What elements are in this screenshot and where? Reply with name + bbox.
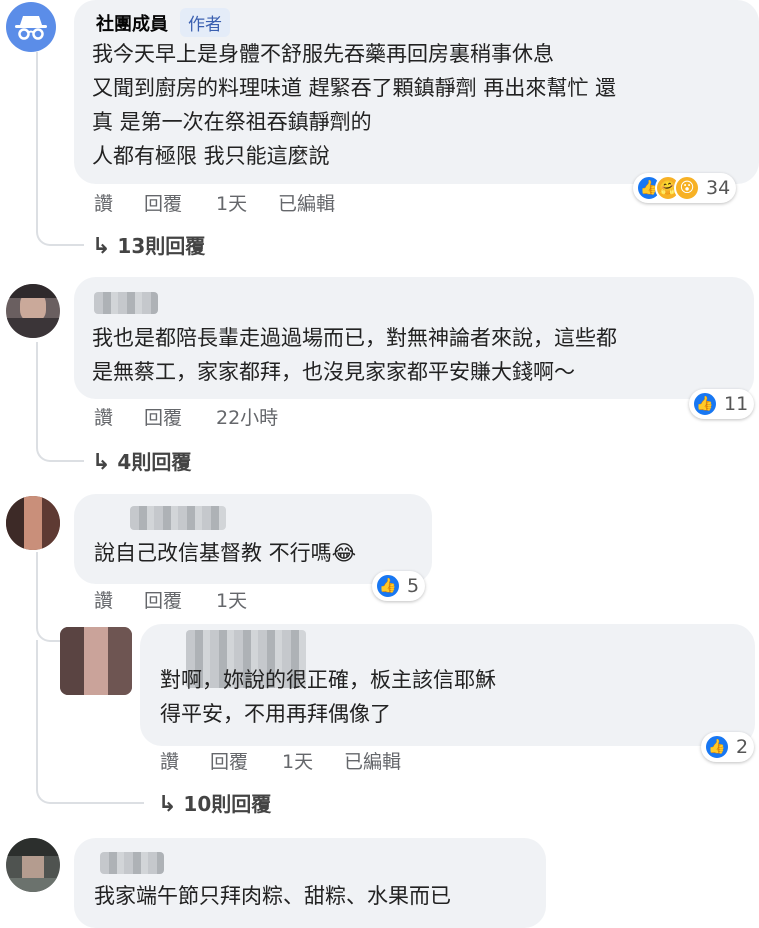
avatar-anonymous[interactable] bbox=[6, 2, 56, 52]
replies-count: 13則回覆 bbox=[117, 234, 206, 258]
author-name-blurred[interactable] bbox=[130, 506, 226, 530]
comment-time[interactable]: 1天 bbox=[282, 747, 344, 774]
like-action[interactable]: 讚 bbox=[94, 403, 144, 430]
like-action[interactable]: 讚 bbox=[94, 586, 144, 613]
view-replies-link[interactable]: ↳ 13則回覆 bbox=[92, 230, 205, 259]
reaction-count: 5 bbox=[407, 575, 420, 597]
avatar-pixel bbox=[6, 318, 60, 338]
reply-action[interactable]: 回覆 bbox=[144, 403, 216, 430]
like-icon: 👍 bbox=[704, 734, 730, 760]
avatar[interactable] bbox=[6, 284, 60, 338]
edited-label: 已編輯 bbox=[278, 193, 336, 215]
reaction-count: 2 bbox=[736, 736, 749, 758]
reactions-summary[interactable]: 👍 2 bbox=[701, 732, 755, 762]
author-name[interactable]: 社團成員 bbox=[96, 14, 168, 35]
avatar-pixel bbox=[6, 284, 60, 298]
comment-actions: 讚回覆 1天 bbox=[94, 586, 247, 613]
comment-text: 我也是都陪長輩走過過場而已，對無神論者來說，這些都 是無蔡工，家家都拜，也沒見家… bbox=[92, 326, 617, 384]
author-badge: 作者 bbox=[180, 8, 230, 37]
comment-text: 說自己改信基督教 不行嗎😂 bbox=[94, 541, 357, 565]
reply-actions: 讚回覆 1天 已編輯 bbox=[160, 747, 401, 774]
thread-connector bbox=[36, 200, 84, 246]
avatar-pixel bbox=[24, 496, 42, 550]
comment-time[interactable]: 1天 bbox=[216, 189, 278, 216]
edited-label: 已編輯 bbox=[344, 751, 402, 773]
avatar-pixel bbox=[42, 496, 60, 550]
thread-connector bbox=[36, 420, 84, 462]
comment-actions: 讚回覆 22小時 bbox=[94, 403, 278, 430]
like-action[interactable]: 讚 bbox=[94, 189, 144, 216]
thread-connector bbox=[36, 600, 60, 642]
author-name-blurred[interactable] bbox=[100, 852, 164, 874]
reaction-count: 11 bbox=[724, 393, 749, 415]
reply-action[interactable]: 回覆 bbox=[210, 747, 282, 774]
comment-time[interactable]: 1天 bbox=[216, 586, 247, 613]
avatar-pixel bbox=[22, 856, 44, 878]
reply-action[interactable]: 回覆 bbox=[144, 586, 216, 613]
like-action[interactable]: 讚 bbox=[160, 747, 210, 774]
avatar[interactable] bbox=[60, 627, 132, 695]
avatar-pixel bbox=[6, 496, 24, 550]
thread-connector bbox=[36, 750, 144, 804]
reply-arrow-icon: ↳ bbox=[92, 234, 111, 259]
reply-arrow-icon: ↳ bbox=[158, 792, 177, 817]
anonymous-member-icon bbox=[15, 16, 47, 40]
view-replies-link[interactable]: ↳ 4則回覆 bbox=[92, 446, 191, 475]
comment-author[interactable]: 社團成員 作者 bbox=[96, 8, 230, 37]
author-name-blurred[interactable] bbox=[94, 292, 158, 314]
reaction-count: 34 bbox=[706, 177, 731, 199]
avatar-pixel bbox=[84, 627, 108, 695]
view-replies-link[interactable]: ↳ 10則回覆 bbox=[158, 788, 271, 817]
like-icon: 👍 bbox=[692, 391, 718, 417]
avatar-pixel bbox=[108, 627, 132, 695]
reply-arrow-icon: ↳ bbox=[92, 450, 111, 475]
reply-action[interactable]: 回覆 bbox=[144, 189, 216, 216]
avatar[interactable] bbox=[6, 496, 60, 550]
comment-time[interactable]: 22小時 bbox=[216, 403, 278, 430]
avatar[interactable] bbox=[6, 838, 60, 892]
wow-icon: 😮 bbox=[674, 175, 700, 201]
avatar-pixel bbox=[6, 878, 60, 892]
replies-count: 4則回覆 bbox=[117, 450, 192, 474]
reply-text: 對啊，妳說的很正確，板主該信耶穌 得平安，不用再拜偶像了 bbox=[160, 668, 496, 726]
comment-actions: 讚回覆 1天 已編輯 bbox=[94, 189, 335, 216]
avatar-pixel bbox=[60, 627, 84, 695]
comment-text: 我家端午節只拜肉粽、甜粽、水果而已 bbox=[94, 884, 451, 908]
reactions-summary[interactable]: 👍 5 bbox=[372, 571, 426, 601]
reactions-summary[interactable]: 👍 🤗 😮 34 bbox=[633, 173, 737, 203]
like-icon: 👍 bbox=[375, 573, 401, 599]
avatar-pixel bbox=[6, 838, 60, 856]
replies-count: 10則回覆 bbox=[183, 792, 272, 816]
reactions-summary[interactable]: 👍 11 bbox=[689, 389, 755, 419]
comment-text: 我今天早上是身體不舒服先吞藥再回房裏稍事休息 又聞到廚房的料理味道 趕緊吞了顆鎮… bbox=[92, 42, 617, 168]
